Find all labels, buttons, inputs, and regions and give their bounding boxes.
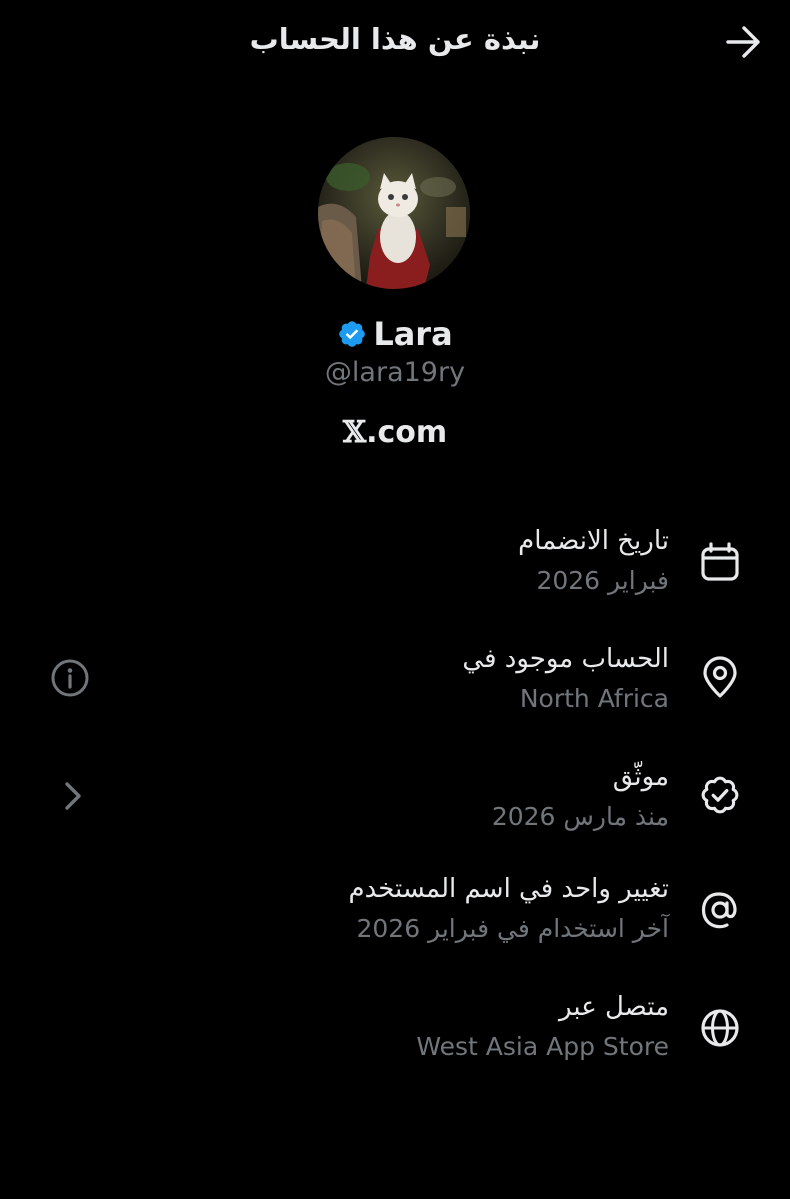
verified-check-icon — [701, 776, 739, 814]
arrow-right-icon — [726, 26, 760, 58]
page-title: نبذة عن هذا الحساب — [249, 22, 541, 56]
website-link[interactable]: 𝕏.com — [0, 415, 790, 450]
verified-badge-icon — [339, 321, 366, 347]
username-handle: @lara19ry — [324, 357, 466, 388]
location-value: North Africa — [519, 684, 669, 713]
avatar[interactable] — [318, 137, 470, 289]
website-domain: .com — [366, 415, 448, 450]
join-date-title: تاريخ الانضمام — [518, 526, 669, 556]
display-name: Lara — [373, 315, 453, 353]
back-button[interactable] — [722, 22, 766, 62]
username-change-value: آخر استخدام في فبراير 2026 — [356, 914, 669, 943]
calendar-icon — [701, 542, 739, 581]
x-logo: 𝕏 — [342, 415, 367, 450]
info-icon[interactable] — [50, 658, 90, 698]
verified-title: موثّق — [612, 762, 669, 792]
info-verified[interactable]: موثّق منذ مارس 2026 — [0, 754, 790, 854]
info-join-date: تاريخ الانضمام فبراير 2026 — [0, 518, 790, 618]
info-username-change: تغيير واحد في اسم المستخدم آخر استخدام ف… — [0, 870, 790, 970]
connected-via-title: متصل عبر — [559, 992, 669, 1022]
username-change-title: تغيير واحد في اسم المستخدم — [348, 874, 669, 904]
top-bar: نبذة عن هذا الحساب — [0, 0, 790, 86]
info-location: الحساب موجود في North Africa — [0, 636, 790, 736]
join-date-value: فبراير 2026 — [536, 566, 669, 595]
chevron-left-icon[interactable] — [60, 779, 86, 813]
connected-via-value: West Asia App Store — [416, 1032, 669, 1061]
name-row: Lara — [0, 313, 790, 355]
verified-value: منذ مارس 2026 — [491, 802, 669, 831]
location-pin-icon — [703, 656, 737, 698]
location-title: الحساب موجود في — [462, 644, 669, 674]
at-sign-icon — [701, 892, 737, 929]
avatar-image — [318, 137, 470, 289]
info-connected-via: متصل عبر West Asia App Store — [0, 986, 790, 1086]
globe-icon — [701, 1009, 739, 1047]
